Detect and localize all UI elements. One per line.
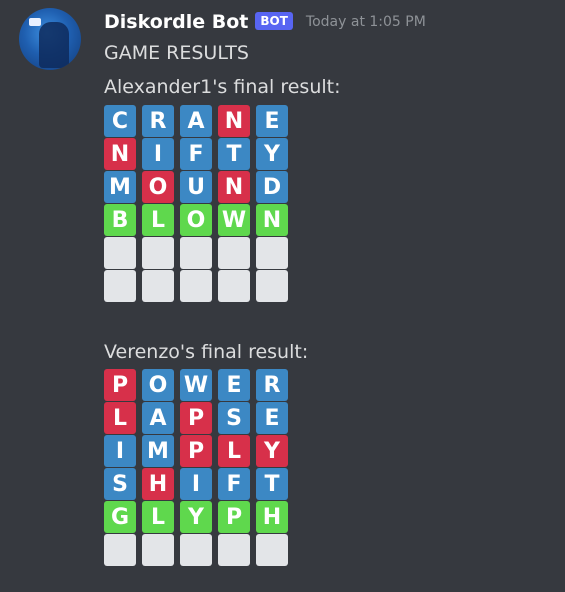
letter-tile: A — [180, 105, 212, 137]
letter-tile: U — [180, 171, 212, 203]
letter-tile: N — [104, 138, 136, 170]
letter-tile: W — [218, 204, 250, 236]
letter-tile: Y — [256, 435, 288, 467]
empty-tile — [180, 534, 212, 566]
guess-row: GLYPH — [104, 501, 294, 533]
letter-tile: D — [256, 171, 288, 203]
bot-badge: BOT — [255, 12, 293, 30]
author-name[interactable]: Diskordle Bot — [104, 11, 248, 33]
letter-tile: M — [104, 171, 136, 203]
letter-tile: F — [180, 138, 212, 170]
empty-tile — [218, 270, 250, 302]
letter-tile: L — [218, 435, 250, 467]
guess-row — [104, 237, 294, 269]
empty-tile — [256, 534, 288, 566]
letter-tile: L — [104, 402, 136, 434]
empty-tile — [180, 270, 212, 302]
letter-tile: H — [142, 468, 174, 500]
wordle-grid: CRANENIFTYMOUNDBLOWN — [104, 105, 294, 303]
avatar-badge-icon — [29, 18, 41, 26]
letter-tile: I — [104, 435, 136, 467]
letter-tile: R — [142, 105, 174, 137]
letter-tile: R — [256, 369, 288, 401]
letter-tile: T — [218, 138, 250, 170]
letter-tile: B — [104, 204, 136, 236]
guess-row: LAPSE — [104, 402, 294, 434]
letter-tile: A — [142, 402, 174, 434]
empty-tile — [218, 237, 250, 269]
empty-tile — [142, 534, 174, 566]
guess-row: CRANE — [104, 105, 294, 137]
bot-message: Diskordle Bot BOT Today at 1:05 PM GAME … — [0, 0, 565, 592]
letter-tile: P — [180, 402, 212, 434]
letter-tile: L — [142, 501, 174, 533]
letter-tile: M — [142, 435, 174, 467]
guess-row: NIFTY — [104, 138, 294, 170]
empty-tile — [218, 534, 250, 566]
letter-tile: W — [180, 369, 212, 401]
letter-tile: I — [142, 138, 174, 170]
letter-tile: O — [142, 369, 174, 401]
letter-tile: E — [218, 369, 250, 401]
guess-row: SHIFT — [104, 468, 294, 500]
empty-tile — [104, 270, 136, 302]
letter-tile: Y — [256, 138, 288, 170]
empty-tile — [104, 237, 136, 269]
guess-row: BLOWN — [104, 204, 294, 236]
wordle-grid: POWERLAPSEIMPLYSHIFTGLYPH — [104, 369, 294, 567]
letter-tile: G — [104, 501, 136, 533]
empty-tile — [256, 237, 288, 269]
letter-tile: P — [180, 435, 212, 467]
player-result-label: Verenzo's final result: — [104, 341, 309, 363]
letter-tile: N — [256, 204, 288, 236]
empty-tile — [180, 237, 212, 269]
empty-tile — [142, 237, 174, 269]
letter-tile: E — [256, 105, 288, 137]
empty-tile — [142, 270, 174, 302]
letter-tile: O — [180, 204, 212, 236]
letter-tile: O — [142, 171, 174, 203]
letter-tile: P — [218, 501, 250, 533]
guess-row — [104, 534, 294, 566]
letter-tile: Y — [180, 501, 212, 533]
message-header: Diskordle Bot BOT Today at 1:05 PM — [104, 9, 426, 35]
letter-tile: H — [256, 501, 288, 533]
empty-tile — [104, 534, 136, 566]
letter-tile: N — [218, 171, 250, 203]
avatar-character-icon — [39, 22, 69, 68]
empty-tile — [256, 270, 288, 302]
letter-tile: N — [218, 105, 250, 137]
player-result-label: Alexander1's final result: — [104, 76, 341, 98]
letter-tile: F — [218, 468, 250, 500]
letter-tile: T — [256, 468, 288, 500]
letter-tile: P — [104, 369, 136, 401]
guess-row — [104, 270, 294, 302]
guess-row: IMPLY — [104, 435, 294, 467]
letter-tile: C — [104, 105, 136, 137]
guess-row: POWER — [104, 369, 294, 401]
message-timestamp: Today at 1:05 PM — [305, 14, 426, 30]
results-heading: GAME RESULTS — [104, 42, 249, 64]
letter-tile: S — [218, 402, 250, 434]
bot-avatar[interactable] — [19, 8, 81, 70]
guess-row: MOUND — [104, 171, 294, 203]
letter-tile: E — [256, 402, 288, 434]
letter-tile: I — [180, 468, 212, 500]
letter-tile: S — [104, 468, 136, 500]
letter-tile: L — [142, 204, 174, 236]
